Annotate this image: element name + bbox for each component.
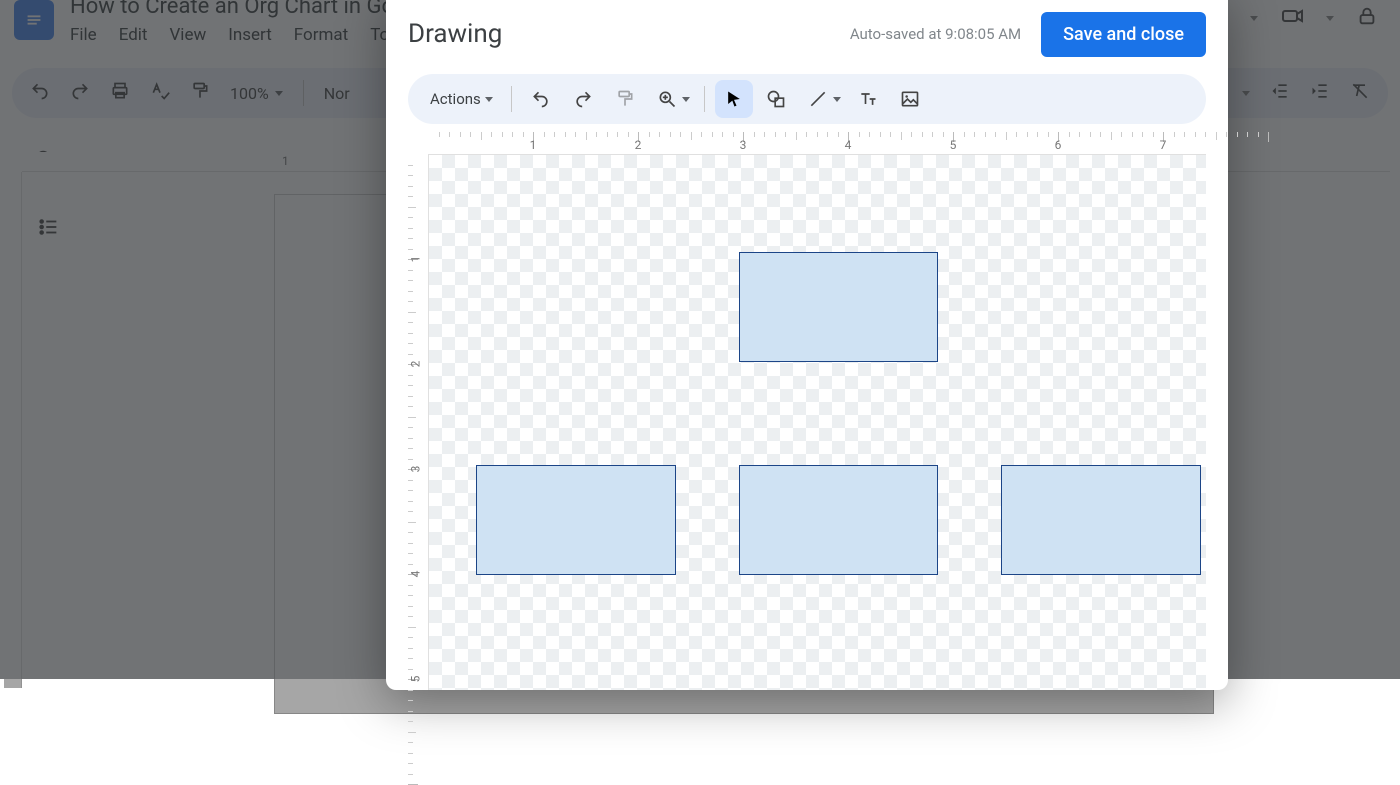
actions-menu-button[interactable]: Actions [422,84,501,114]
line-tool-button[interactable] [799,80,837,118]
h-ruler-number: 7 [1160,138,1167,152]
rect-bottom-left[interactable] [476,465,676,575]
h-ruler-number: 4 [845,138,852,152]
autosave-status: Auto-saved at 9:08:05 AM [850,25,1021,43]
rect-bottom-right[interactable] [1001,465,1201,575]
undo-button[interactable] [522,80,560,118]
chevron-down-icon [485,97,493,102]
v-ruler-number: 2 [408,361,422,368]
h-ruler-number: 3 [740,138,747,152]
select-tool-button[interactable] [715,80,753,118]
h-ruler-number: 5 [950,138,957,152]
image-tool-button[interactable] [891,80,929,118]
v-ruler-number: 5 [408,676,422,683]
save-and-close-button[interactable]: Save and close [1041,12,1206,57]
drawing-canvas[interactable] [428,154,1206,690]
zoom-button[interactable] [648,80,686,118]
redo-button[interactable] [564,80,602,118]
drawing-canvas-area: 1 2 3 4 5 6 7 1 2 3 4 5 [408,132,1206,690]
v-ruler-number: 3 [408,466,422,473]
chevron-down-icon[interactable] [833,97,841,102]
v-ruler-number: 4 [408,571,422,578]
h-ruler-number: 2 [635,138,642,152]
shape-tool-button[interactable] [757,80,795,118]
paint-format-button [606,80,644,118]
vertical-ruler: 1 2 3 4 5 [408,154,428,690]
rect-top[interactable] [739,252,939,362]
v-ruler-number: 1 [408,256,422,263]
actions-label: Actions [430,90,481,108]
textbox-tool-button[interactable] [849,80,887,118]
chevron-down-icon[interactable] [682,97,690,102]
rect-bottom-center[interactable] [739,465,939,575]
h-ruler-number: 6 [1055,138,1062,152]
drawing-toolbar: Actions [408,74,1206,124]
modal-title: Drawing [408,19,502,49]
h-ruler-number: 1 [530,138,537,152]
drawing-modal: Drawing Auto-saved at 9:08:05 AM Save an… [386,0,1228,690]
horizontal-ruler: 1 2 3 4 5 6 7 [428,132,1206,154]
